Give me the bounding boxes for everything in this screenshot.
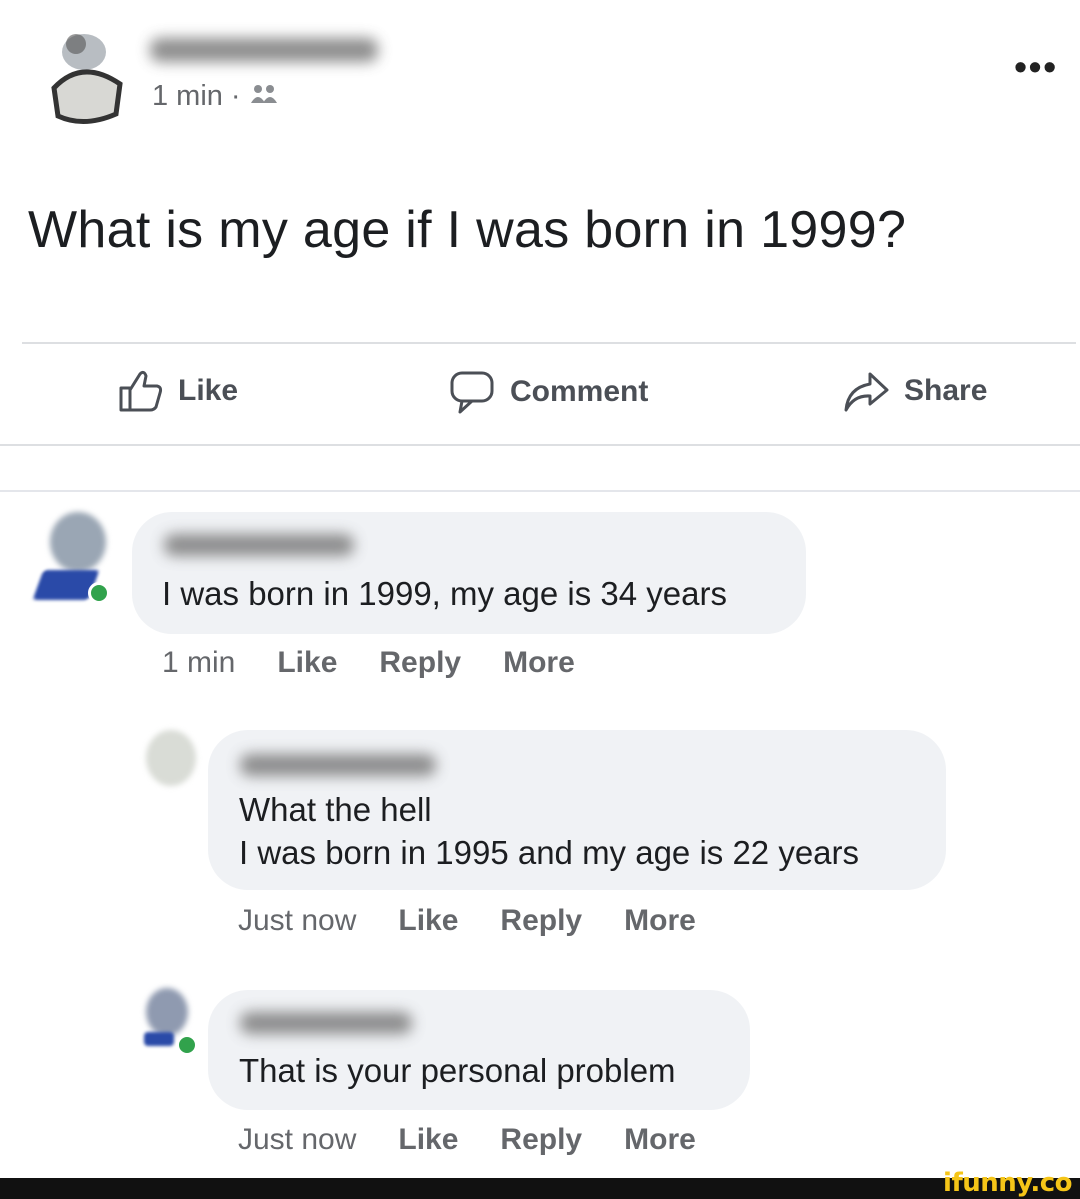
commenter-name-redacted[interactable] bbox=[164, 534, 354, 556]
reply-actions: Just now Like Reply More bbox=[238, 904, 696, 938]
friends-icon bbox=[249, 80, 279, 113]
comment-text: I was born in 1999, my age is 34 years bbox=[162, 575, 727, 612]
post-time[interactable]: 1 min bbox=[152, 80, 223, 113]
comment-button[interactable]: Comment bbox=[448, 368, 648, 416]
comments-divider bbox=[0, 490, 1080, 492]
online-status-indicator bbox=[176, 1034, 198, 1056]
reply-actions: Just now Like Reply More bbox=[238, 1123, 696, 1157]
poster-avatar[interactable] bbox=[34, 18, 130, 126]
comment-like-link[interactable]: Like bbox=[277, 646, 337, 680]
comment-actions: 1 min Like Reply More bbox=[162, 646, 575, 680]
post-meta: 1 min · bbox=[152, 80, 279, 113]
reply-time[interactable]: Just now bbox=[238, 1123, 356, 1157]
share-label: Share bbox=[904, 374, 988, 407]
reply-text-line2: I was born in 1995 and my age is 22 year… bbox=[239, 834, 860, 871]
commenter-avatar[interactable] bbox=[32, 512, 118, 604]
divider-top bbox=[22, 342, 1076, 344]
reply-reply-link[interactable]: Reply bbox=[500, 904, 582, 938]
reply-more-link[interactable]: More bbox=[624, 1123, 696, 1157]
watermark-bar bbox=[0, 1178, 1080, 1199]
divider-bottom bbox=[0, 444, 1080, 446]
meta-separator: · bbox=[230, 80, 241, 112]
reply-bubble: That is your personal problem bbox=[208, 990, 750, 1110]
poster-name-redacted[interactable] bbox=[150, 38, 378, 62]
reply-reply-link[interactable]: Reply bbox=[500, 1123, 582, 1157]
comment-label: Comment bbox=[510, 375, 649, 408]
reply-text: That is your personal problem bbox=[239, 1052, 676, 1089]
reply-bubble: What the hell I was born in 1995 and my … bbox=[208, 730, 946, 890]
like-label: Like bbox=[178, 374, 239, 407]
reply-avatar[interactable] bbox=[142, 988, 202, 1058]
reply-time[interactable]: Just now bbox=[238, 904, 356, 938]
share-arrow-icon bbox=[842, 368, 890, 414]
ifunny-watermark: ifunny.co bbox=[943, 1168, 1072, 1198]
comment-more-link[interactable]: More bbox=[503, 646, 575, 680]
share-button[interactable]: Share bbox=[842, 368, 987, 414]
reply-like-link[interactable]: Like bbox=[398, 1123, 458, 1157]
reply-more-link[interactable]: More bbox=[624, 904, 696, 938]
replier-name-redacted[interactable] bbox=[240, 1012, 412, 1034]
online-status-indicator bbox=[88, 582, 110, 604]
thumbs-up-icon bbox=[118, 368, 164, 414]
comment-bubble: I was born in 1999, my age is 34 years bbox=[132, 512, 806, 634]
comment-reply-link[interactable]: Reply bbox=[379, 646, 461, 680]
like-button[interactable]: Like bbox=[118, 368, 238, 414]
post-options-icon[interactable]: ••• bbox=[1014, 46, 1058, 88]
replier-name-redacted[interactable] bbox=[240, 754, 436, 776]
reply-avatar[interactable] bbox=[146, 730, 202, 790]
reply-like-link[interactable]: Like bbox=[398, 904, 458, 938]
post-text: What is my age if I was born in 1999? bbox=[28, 201, 907, 259]
speech-bubble-icon bbox=[448, 368, 496, 416]
comment-time[interactable]: 1 min bbox=[162, 646, 235, 680]
